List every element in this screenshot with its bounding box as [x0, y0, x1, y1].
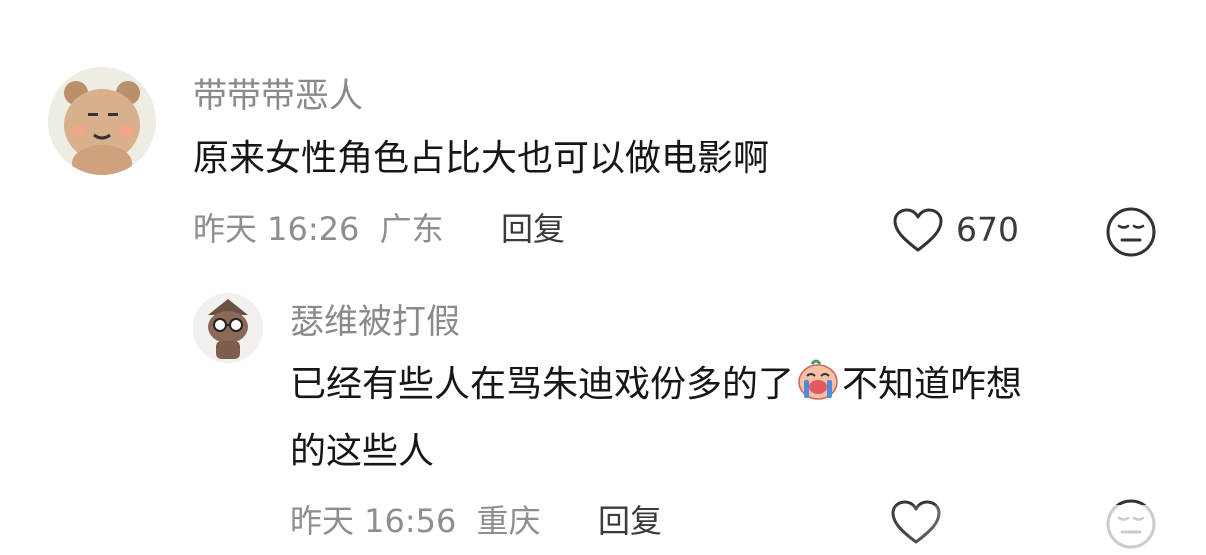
- location: 广东: [379, 210, 444, 248]
- comment-text-line-2: 的这些人: [290, 431, 435, 472]
- avatar[interactable]: [193, 293, 263, 363]
- bottom-fade-overlay: [880, 505, 1206, 555]
- comment-text: 原来女性角色占比大也可以做电影啊: [193, 138, 770, 179]
- cartoon-avatar-icon: [193, 293, 263, 363]
- avatar[interactable]: [48, 67, 156, 175]
- comment-text-line-1: 已经有些人在骂朱迪戏份多的了 不知道咋想: [290, 356, 1022, 414]
- like-count: 670: [956, 210, 1019, 249]
- comment-meta: 昨天 16:56 重庆: [290, 502, 541, 540]
- reply-button[interactable]: 回复: [501, 210, 565, 248]
- bear-avatar-icon: [48, 67, 156, 175]
- dislike-button[interactable]: [1105, 206, 1157, 258]
- timestamp: 昨天 16:56: [290, 502, 457, 540]
- username[interactable]: 带带带恶人: [193, 76, 363, 116]
- comment-text: 已经有些人在骂朱迪戏份多的了: [290, 364, 795, 405]
- heart-outline-icon: [893, 208, 943, 252]
- crying-face-emoji: [798, 359, 838, 400]
- username[interactable]: 瑟维被打假: [290, 302, 460, 342]
- location: 重庆: [476, 502, 541, 540]
- comment-text-continued: 不知道咋想: [842, 364, 1023, 405]
- reply-button[interactable]: 回复: [598, 502, 662, 540]
- comment-meta: 昨天 16:26 广东: [193, 210, 444, 248]
- like-button[interactable]: 670: [892, 207, 1032, 253]
- meh-face-icon: [1106, 207, 1156, 257]
- timestamp: 昨天 16:26: [193, 210, 360, 248]
